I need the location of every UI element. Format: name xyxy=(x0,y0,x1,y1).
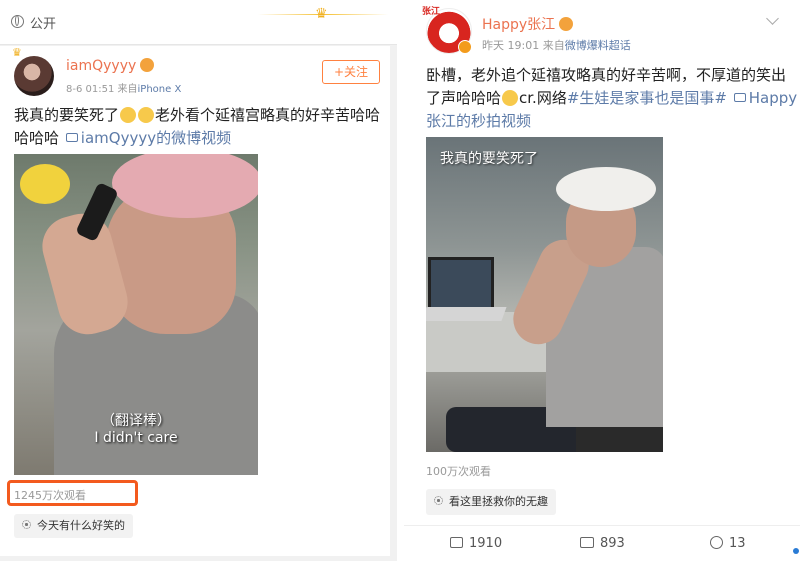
repost-button[interactable]: 1910 xyxy=(450,535,502,553)
laughing-cry-emoji-icon xyxy=(120,107,137,123)
verified-badge-icon xyxy=(458,40,472,54)
sparkle-icon xyxy=(434,496,443,505)
video-thumbnail[interactable]: 我真的要笑死了 xyxy=(426,137,663,452)
vip-badge-icon xyxy=(559,17,574,31)
video-thumbnail[interactable]: （翻译棒） I didn't care xyxy=(14,154,258,475)
laughing-cry-emoji-icon xyxy=(138,107,155,123)
post-time: 8-6 01:51 xyxy=(66,84,115,95)
video-caption: 我真的要笑死了 xyxy=(440,151,538,167)
source-link[interactable]: 微博爆料超话 xyxy=(565,39,631,52)
video-link-icon xyxy=(733,93,746,102)
post-time: 昨天 19:01 xyxy=(482,39,540,52)
globe-icon xyxy=(11,15,24,28)
view-count: 100万次观看 xyxy=(426,465,491,478)
username-text[interactable]: iamQyyyy xyxy=(66,58,136,74)
like-count: 13 xyxy=(729,536,746,551)
post-text: 我真的要笑死了 老外看个延禧宫略真的好辛苦哈哈哈哈哈 iamQyyyy的微博视频 xyxy=(14,104,384,150)
username[interactable]: iamQyyyy xyxy=(66,58,155,74)
laptop-screen xyxy=(428,257,494,313)
comment-icon xyxy=(580,537,594,548)
video-subtitle-2: I didn't care xyxy=(94,430,178,446)
comment-count: 893 xyxy=(600,536,625,551)
grin-emoji-icon xyxy=(502,90,519,106)
repost-icon xyxy=(450,537,463,548)
like-button[interactable]: 13 xyxy=(710,535,746,553)
highlight-box xyxy=(7,480,138,506)
avatar-text: 张江 xyxy=(422,7,441,17)
comment-button[interactable]: 893 xyxy=(580,535,625,553)
username[interactable]: Happy张江 xyxy=(482,14,574,34)
toy-figure xyxy=(20,164,70,204)
username-text[interactable]: Happy张江 xyxy=(482,17,555,33)
left-weibo-screenshot: 公开 ♛ ♛ iamQyyyy 8-6 01:51 来自iPhone X +关注… xyxy=(0,0,397,561)
like-icon xyxy=(710,536,723,549)
crown-icon: ♛ xyxy=(315,6,328,22)
follow-button[interactable]: +关注 xyxy=(322,60,380,84)
right-weibo-screenshot: 张江 Happy张江 昨天 19:01 来自微博爆料超话 卧槽，老外追个延禧攻略… xyxy=(404,0,800,561)
topic-tag-label: 今天有什么好笑的 xyxy=(37,519,125,532)
hashtag-link[interactable]: #生娃是家事也是国事# xyxy=(567,89,727,107)
topic-tag[interactable]: 看这里拯救你的无趣 xyxy=(426,489,556,515)
divider xyxy=(404,525,800,526)
post-text-part2: cr.网络 xyxy=(519,89,567,107)
post-text-part1: 我真的要笑死了 xyxy=(14,106,120,124)
video-subtitle-1: （翻译棒） xyxy=(101,413,171,429)
notification-dot-icon xyxy=(793,548,799,554)
person-cap xyxy=(556,167,656,211)
chevron-down-icon[interactable] xyxy=(766,12,779,25)
visibility-bar: 公开 ♛ xyxy=(0,0,397,45)
post-meta: 昨天 19:01 来自微博爆料超话 xyxy=(482,37,631,53)
visibility-label: 公开 xyxy=(30,17,57,32)
avatar[interactable] xyxy=(14,56,54,96)
topic-tag-label: 看这里拯救你的无趣 xyxy=(449,495,548,508)
source-prefix: 来自 xyxy=(117,84,138,95)
repost-count: 1910 xyxy=(469,536,503,551)
crown-icon: ♛ xyxy=(12,46,22,59)
video-link[interactable]: iamQyyyy的微博视频 xyxy=(81,129,231,147)
device-link[interactable]: iPhone X xyxy=(138,84,182,95)
source-prefix: 来自 xyxy=(542,39,565,52)
video-link-icon xyxy=(65,133,78,142)
laptop-base xyxy=(426,307,507,321)
topic-tag[interactable]: 今天有什么好笑的 xyxy=(14,514,133,538)
sparkle-icon xyxy=(22,520,31,529)
post-text: 卧槽，老外追个延禧攻略真的好辛苦啊，不厚道的笑出了声哈哈哈 cr.网络#生娃是家事… xyxy=(426,64,798,133)
post-meta: 8-6 01:51 来自iPhone X xyxy=(66,80,181,95)
vip-badge-icon xyxy=(140,58,155,72)
